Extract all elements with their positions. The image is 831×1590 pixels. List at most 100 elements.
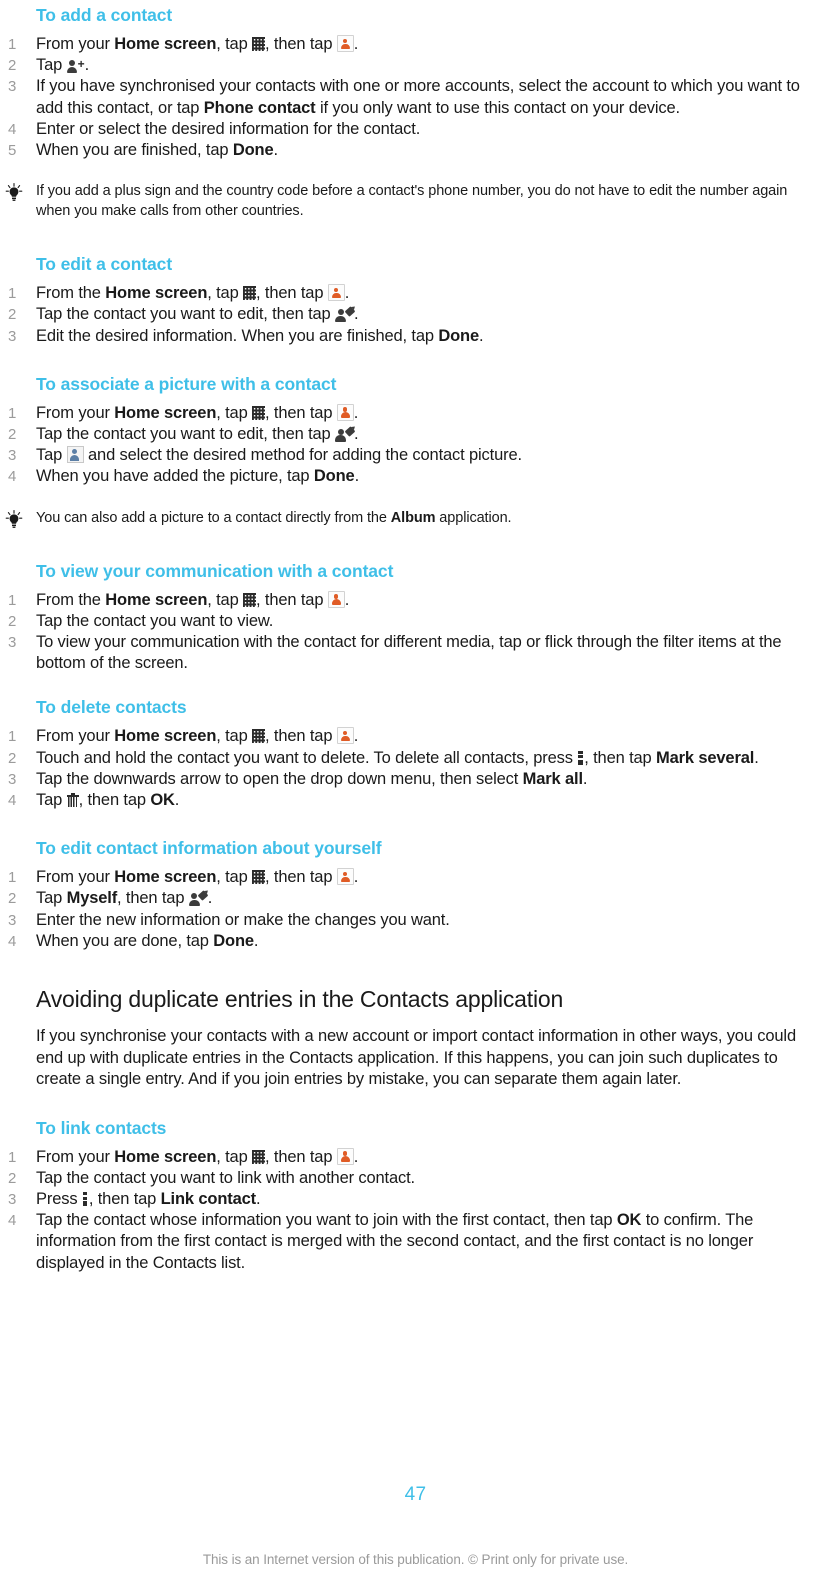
edit-person-icon [335,426,355,443]
step-text: , then tap [265,35,337,53]
contacts-app-icon [336,1147,354,1165]
bold-term: OK [150,791,175,810]
steps-edit-own-info: From your Home screen, tap , then tap . … [0,867,803,952]
app-drawer-icon [252,1149,266,1164]
step-text: , then tap [265,403,337,422]
step-text: Tap the contact whose information you wa… [36,1211,617,1230]
list-item: Touch and hold the contact you want to d… [0,748,803,769]
step-text: , tap [216,1147,253,1166]
step-text: and select the desired method for adding… [83,446,522,465]
bold-term: Mark all [522,769,583,788]
step-text: . [84,56,90,75]
list-item: From your Home screen, tap , then tap . [0,403,803,424]
list-item: From your Home screen, tap , then tap . [0,1147,803,1168]
list-item: Enter the new information or make the ch… [8,910,450,931]
paragraph-avoiding-duplicates: If you synchronise your contacts with a … [36,1027,796,1089]
tip-text: If you add a plus sign and the country c… [36,183,788,220]
heading-to-delete-contacts: To delete contacts [36,697,187,718]
step-text: , then tap [256,284,328,303]
bold-term: Home screen [105,590,208,609]
contacts-app-icon [336,868,354,886]
trash-icon [66,793,79,807]
step-text: , then tap [117,889,189,908]
list-item: From your Home screen, tap , then tap . [0,34,803,55]
app-drawer-icon [252,405,266,420]
list-item: From the Home screen, tap , then tap . [0,283,803,304]
step-text: , tap [207,590,244,609]
heading-to-view-communication: To view your communication with a contac… [36,560,394,581]
footer-copyright-note: This is an Internet version of this publ… [202,1552,629,1567]
bold-term: Home screen [105,284,208,303]
step-text: Tap the contact you want to edit, then t… [36,305,336,324]
contacts-app-icon [327,284,345,302]
contacts-app-icon [336,403,354,421]
contacts-app-icon [336,35,354,52]
step-text: Tap [36,791,67,810]
heading-avoiding-duplicates: Avoiding duplicate entries in the Contac… [36,986,564,1013]
list-item: Tap the contact you want to edit, then t… [0,424,803,445]
contact-picture-icon [66,446,84,464]
step-text: . [174,791,180,810]
steps-delete-contacts: From your Home screen, tap , then tap . … [0,726,803,811]
step-text: Tap [36,889,67,908]
step-text: Touch and hold the contact you want to d… [36,748,578,767]
bold-term: Mark several [656,748,755,767]
step-text: . [344,284,350,303]
bold-term: Done [232,141,274,160]
app-drawer-icon [243,592,257,607]
step-text: . [353,868,359,887]
step-text: When you are done, tap [36,931,214,950]
list-item: Tap the contact you want to view. [8,611,274,632]
step-text: Tap [36,56,67,75]
bold-term: Home screen [114,727,217,746]
bold-term: Myself [66,889,118,908]
steps-edit-contact: From the Home screen, tap , then tap . T… [0,283,803,347]
step-text: , then tap [265,1147,337,1166]
step-text: When you are finished, tap [36,141,233,160]
step-text: From the [36,284,106,303]
steps-associate-picture: From your Home screen, tap , then tap . … [0,403,803,488]
step-text: , tap [207,284,244,303]
list-item: When you have added the picture, tap Don… [0,466,803,487]
step-text: . [344,590,350,609]
step-text: , then tap [265,727,337,746]
bold-term: OK [616,1211,642,1230]
list-item: To view your communication with the cont… [8,632,782,673]
step-text: . [354,467,360,486]
list-item: Edit the desired information. When you a… [0,326,803,347]
heading-to-add-a-contact: To add a contact [36,5,173,25]
step-text: . [353,403,359,422]
bold-term: Home screen [114,403,217,422]
bold-term: Home screen [114,1147,217,1166]
step-text: . [353,727,359,746]
step-text: , tap [216,727,253,746]
list-item: When you are done, tap Done. [0,931,803,952]
bold-term: Album [390,509,436,526]
tip-text: You can also add a picture to a contact … [36,509,391,526]
heading-to-edit-a-contact: To edit a contact [36,254,173,275]
contacts-app-icon [336,727,354,745]
app-drawer-icon [252,729,266,744]
bold-term: Home screen [114,35,217,53]
list-item: Tap the contact whose information you wa… [0,1210,803,1274]
step-text: . [582,769,588,788]
list-item: Tap and select the desired method for ad… [0,445,803,466]
bold-term: Done [213,931,254,950]
step-text: , then tap [78,791,151,810]
bold-term: Home screen [114,868,217,887]
step-text: From your [36,1147,115,1166]
list-item: If you have synchronised your contacts w… [0,76,803,118]
heading-to-edit-own-info: To edit contact information about yourse… [36,838,382,859]
heading-to-associate-a-picture: To associate a picture with a contact [36,373,337,394]
app-drawer-icon [252,870,266,885]
step-text: . [754,748,759,767]
step-text: From the [36,590,106,609]
list-item: Tap , then tap OK. [0,790,803,811]
tip-note-album: You can also add a picture to a contact … [0,508,803,528]
step-text: , then tap [256,590,328,609]
step-text: , then tap [584,748,656,767]
step-text: Press [36,1189,82,1208]
list-item: Tap the downwards arrow to open the drop… [0,769,803,790]
page-number: 47 [404,1484,427,1505]
step-text: From your [36,727,115,746]
